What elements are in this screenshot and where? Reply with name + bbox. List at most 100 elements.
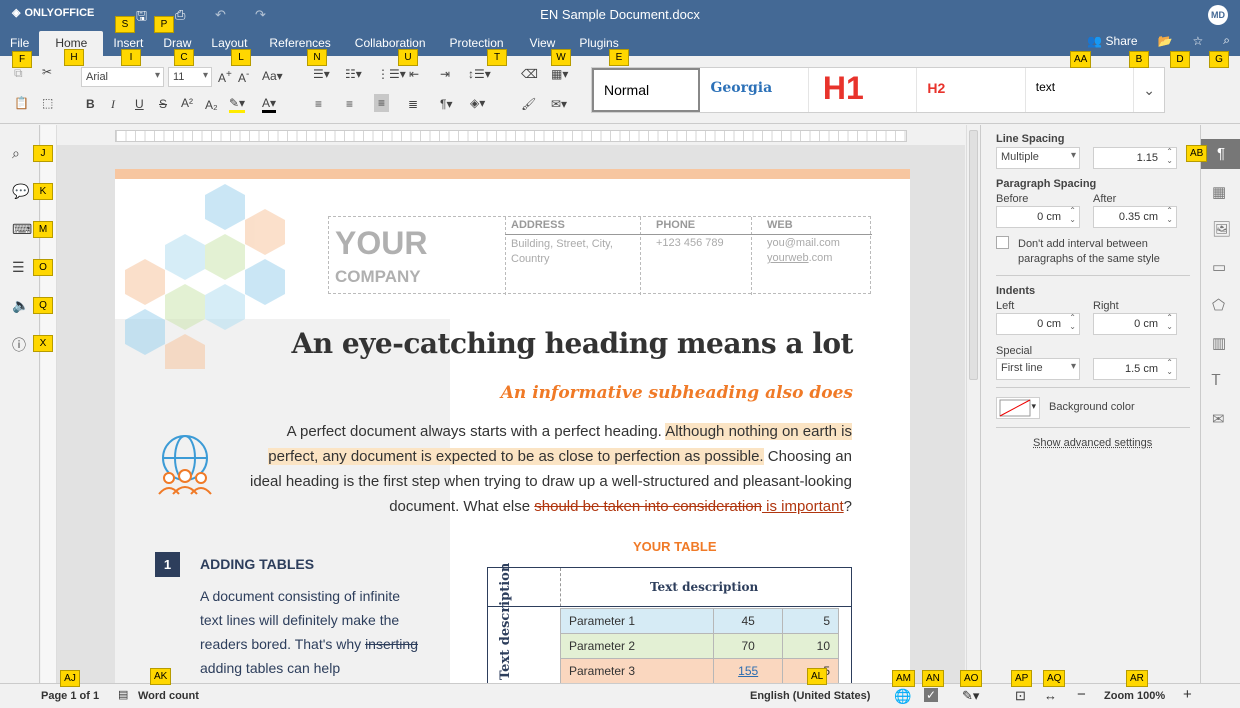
keytip-hint: W: [551, 49, 571, 66]
favorite-icon[interactable]: ☆: [1193, 34, 1204, 48]
search-icon[interactable]: ⌕: [1223, 33, 1230, 48]
spacing-before-field[interactable]: 0 cm: [996, 206, 1080, 228]
data-table[interactable]: Text description Text description Parame…: [487, 563, 852, 683]
align-left-icon[interactable]: ≡: [315, 97, 322, 111]
vertical-scrollbar[interactable]: [966, 125, 980, 683]
underline-icon[interactable]: U: [135, 97, 144, 111]
multilevel-list-icon[interactable]: ⋮☰▾: [377, 67, 406, 81]
image-settings-icon[interactable]: 🖼: [1212, 220, 1231, 238]
italic-icon[interactable]: I: [111, 97, 115, 112]
style-h1[interactable]: H1: [809, 68, 918, 112]
keytip-hint: AJ: [60, 670, 80, 687]
font-name-select[interactable]: Arial: [81, 67, 164, 87]
paste-icon[interactable]: 📋: [14, 96, 29, 110]
tab-references[interactable]: References: [257, 31, 342, 56]
tab-collaboration[interactable]: Collaboration: [343, 31, 438, 56]
copy-style-icon[interactable]: ▦▾: [551, 67, 568, 81]
style-georgia[interactable]: Georgia: [700, 68, 809, 112]
avatar[interactable]: MD: [1208, 5, 1228, 25]
web-url[interactable]: yourweb.com: [767, 252, 832, 264]
highlight-icon[interactable]: ✎▾: [229, 96, 246, 113]
bold-icon[interactable]: B: [86, 97, 95, 111]
zoom-in-icon[interactable]: +: [1183, 686, 1192, 703]
fit-page-icon[interactable]: ⊡: [1015, 688, 1026, 704]
keytip-hint: AR: [1126, 670, 1148, 687]
decrease-indent-icon[interactable]: ⇤: [409, 67, 419, 81]
web-label: WEB: [767, 219, 793, 231]
home-toolbar: ⧉ ✂ 📋 ⬚ Arial 11 A+ A- Aa▾ B I U S A² A₂…: [0, 56, 1240, 124]
intro-paragraph[interactable]: A perfect document always starts with a …: [245, 419, 852, 519]
language-select[interactable]: English (United States): [750, 690, 870, 702]
change-case-icon[interactable]: Aa▾: [262, 69, 283, 83]
track-changes-icon[interactable]: ✎▾: [962, 688, 979, 704]
special-indent-select[interactable]: First line: [996, 358, 1080, 380]
word-count-icon[interactable]: ▤: [118, 688, 128, 701]
cut-icon[interactable]: ✂: [42, 65, 52, 79]
clear-style-icon[interactable]: ⌫: [521, 67, 538, 81]
zoom-out-icon[interactable]: −: [1077, 686, 1086, 703]
bullet-list-icon[interactable]: ☰▾: [313, 67, 330, 81]
chart-settings-icon[interactable]: ▥: [1212, 334, 1226, 352]
shape-settings-icon[interactable]: ⬠: [1212, 296, 1225, 314]
phone-value: +123 456 789: [656, 237, 724, 249]
align-right-icon[interactable]: ≡: [374, 94, 390, 112]
textart-settings-icon[interactable]: Ꭲ: [1212, 372, 1221, 389]
line-spacing-mode[interactable]: Multiple: [996, 147, 1080, 169]
font-color-icon[interactable]: A▾: [262, 96, 277, 113]
copy-icon[interactable]: ⧉: [14, 66, 23, 81]
format-painter-icon[interactable]: 🖌: [521, 97, 536, 111]
fit-width-icon[interactable]: ↔: [1044, 688, 1057, 703]
document-subheading[interactable]: An informative subheading also does: [501, 383, 853, 403]
special-indent-field[interactable]: 1.5 cm: [1093, 358, 1177, 380]
zoom-level[interactable]: Zoom 100%: [1104, 690, 1165, 702]
indent-left-field[interactable]: 0 cm: [996, 313, 1080, 335]
style-text[interactable]: text: [1026, 68, 1135, 112]
spacing-after-field[interactable]: 0.35 cm: [1093, 206, 1177, 228]
document-page[interactable]: YOUR COMPANY ADDRESS Building, Street, C…: [115, 169, 910, 683]
superscript-icon[interactable]: A²: [181, 96, 193, 110]
comments-icon[interactable]: 💬: [12, 183, 29, 200]
align-center-icon[interactable]: ≡: [346, 97, 353, 111]
font-size-select[interactable]: 11: [168, 67, 212, 87]
section-text[interactable]: A document consisting of infinite text l…: [200, 584, 420, 680]
table-settings-icon[interactable]: ▦: [1212, 183, 1226, 201]
chevron-down-icon[interactable]: ⌄: [1134, 68, 1164, 112]
shading-icon[interactable]: ◈▾: [470, 96, 485, 110]
dont-add-interval-checkbox[interactable]: [996, 236, 1009, 249]
nonprinting-chars-icon[interactable]: ¶▾: [440, 97, 452, 111]
indent-right-field[interactable]: 0 cm: [1093, 313, 1177, 335]
background-color-picker[interactable]: ▾: [996, 397, 1040, 419]
justify-icon[interactable]: ≣: [408, 97, 418, 111]
chat-icon[interactable]: ⌨: [12, 221, 32, 238]
page-counter[interactable]: Page 1 of 1: [41, 690, 99, 702]
navigation-icon[interactable]: ☰: [12, 259, 25, 276]
mail-merge-icon[interactable]: ✉▾: [551, 97, 567, 111]
scroll-thumb[interactable]: [969, 130, 978, 380]
horizontal-ruler[interactable]: [115, 130, 908, 142]
style-normal[interactable]: Normal: [592, 68, 701, 112]
increase-indent-icon[interactable]: ⇥: [440, 67, 450, 81]
about-icon[interactable]: ⓘ: [12, 335, 26, 355]
keytip-hint: P: [154, 16, 174, 33]
speaker-icon[interactable]: 🔈: [12, 297, 29, 314]
line-spacing-icon[interactable]: ↕☰▾: [468, 67, 491, 81]
open-location-icon[interactable]: 📂: [1158, 34, 1173, 48]
document-heading[interactable]: An eye-catching heading means a lot: [291, 327, 853, 360]
numbered-list-icon[interactable]: ☷▾: [345, 67, 362, 81]
word-count-button[interactable]: Word count: [138, 690, 199, 702]
style-h2[interactable]: H2: [917, 68, 1026, 112]
section-title[interactable]: ADDING TABLES: [200, 556, 314, 572]
decrease-font-icon[interactable]: A-: [238, 69, 249, 85]
advanced-settings-link[interactable]: Show advanced settings: [1033, 437, 1152, 449]
select-all-icon[interactable]: ⬚: [42, 96, 53, 110]
search-icon[interactable]: ⌕: [12, 145, 20, 162]
subscript-icon[interactable]: A₂: [205, 98, 218, 112]
header-footer-icon[interactable]: ▭: [1212, 258, 1226, 276]
line-spacing-value[interactable]: 1.15: [1093, 147, 1177, 169]
globe-icon[interactable]: 🌐: [894, 688, 911, 705]
increase-font-icon[interactable]: A+: [218, 69, 232, 85]
mail-merge-settings-icon[interactable]: ✉: [1212, 410, 1225, 428]
strikethrough-icon[interactable]: S: [159, 97, 167, 111]
share-button[interactable]: 👥 Share: [1087, 34, 1137, 48]
spellcheck-icon[interactable]: ✓: [924, 688, 939, 702]
